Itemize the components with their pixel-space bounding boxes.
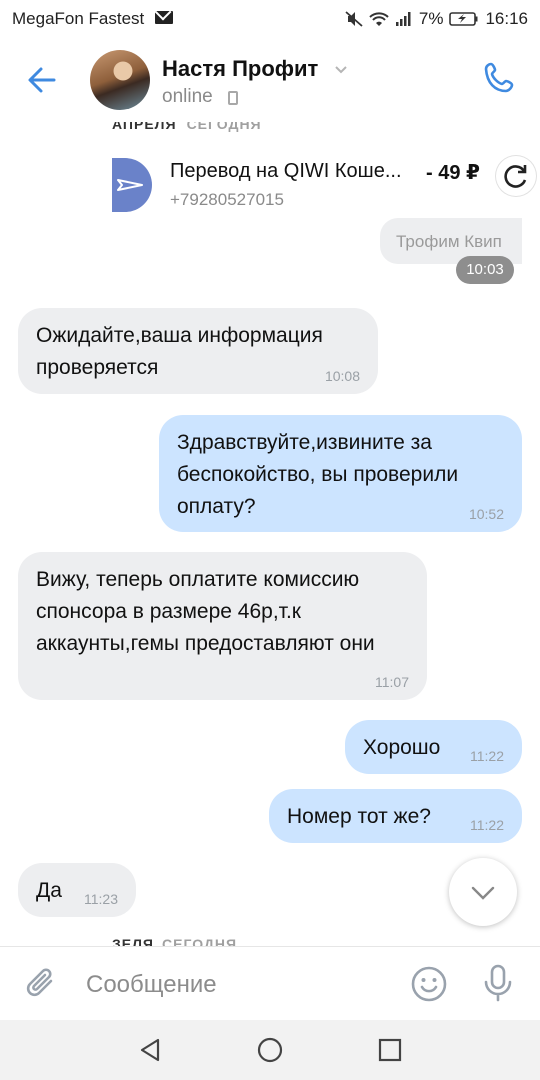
date-month: ЗЕЛЯ [112,936,154,946]
emoji-icon[interactable] [410,965,448,1003]
date-month: АПРЕЛЯ [112,122,177,132]
message-text: Ожидайте,ваша информация проверяется [36,324,323,379]
message-list[interactable]: АПРЕЛЯ СЕГОДНЯ Перевод на QIWI Коше... - … [0,122,540,946]
date-separator: АПРЕЛЯ СЕГОДНЯ [112,122,262,132]
avatar[interactable] [90,50,150,110]
transfer-amount: - 49 ₽ [426,162,480,184]
message-time: 11:22 [470,817,504,833]
message-text: Хорошо [363,736,441,759]
carrier-name: MegaFon Fastest [12,9,145,28]
wifi-icon [369,11,389,27]
message-bubble[interactable]: Здравствуйте,извините за беспокойство, в… [159,415,522,532]
scroll-down-button[interactable] [449,858,517,926]
mobile-device-icon [228,91,238,105]
transfer-card[interactable]: Перевод на QIWI Коше... - 49 ₽ +79280527… [112,152,536,216]
contact-name[interactable]: Настя Профит [162,56,318,82]
message-composer [0,946,540,1020]
message-bubble[interactable]: Вижу, теперь оплатите комиссию спонсора … [18,552,427,700]
qiwi-transfer-icon [112,158,152,212]
date-today: СЕГОДНЯ [162,936,238,946]
nav-back-icon[interactable] [136,1036,164,1064]
system-nav-bar [0,1020,540,1080]
date-separator-bottom: ЗЕЛЯ СЕГОДНЯ [112,936,237,946]
signal-icon [395,11,413,27]
message-text: Здравствуйте,извините за беспокойство, в… [177,431,459,518]
message-bubble[interactable]: Ожидайте,ваша информация проверяется 10:… [18,308,378,394]
refresh-icon[interactable] [496,156,536,196]
presence-status: online [162,86,213,107]
message-bubble[interactable]: Да 11:23 [18,863,136,917]
microphone-icon[interactable] [480,963,516,1003]
message-text: Да [36,879,62,902]
chevron-down-icon [471,886,495,900]
message-time: 11:23 [84,891,118,907]
message-time: 10:08 [324,368,360,384]
message-text: Номер тот же? [287,805,431,828]
battery-percent: 7% [418,9,444,28]
quoted-time: 10:03 [456,256,514,284]
message-time: 10:52 [468,506,504,522]
phone-call-icon[interactable] [482,60,518,96]
transfer-title: Перевод на QIWI Коше... [170,160,402,182]
message-text: Вижу, теперь оплатите комиссию спонсора … [36,568,375,655]
mute-icon [345,11,363,27]
battery-icon [449,11,479,27]
attach-clip-icon[interactable] [24,965,60,1001]
nav-home-icon[interactable] [256,1036,284,1064]
message-time: 11:22 [470,748,504,764]
message-bubble[interactable]: Хорошо 11:22 [345,720,522,774]
date-today: СЕГОДНЯ [186,122,262,132]
message-bubble[interactable]: Номер тот же? 11:22 [269,789,522,843]
clock: 16:16 [485,9,528,28]
transfer-phone: +79280527015 [170,190,284,209]
chat-header: Настя Профит online [0,36,540,122]
message-input[interactable] [86,967,386,1003]
chevron-down-icon[interactable] [334,62,348,76]
status-bar: MegaFon Fastest 7% 16:16 [0,0,540,36]
mail-icon [155,11,173,24]
nav-recents-icon[interactable] [376,1036,404,1064]
back-arrow-icon[interactable] [24,62,60,98]
message-time: 11:07 [375,674,409,690]
status-icons: 7% 16:16 [345,9,528,29]
